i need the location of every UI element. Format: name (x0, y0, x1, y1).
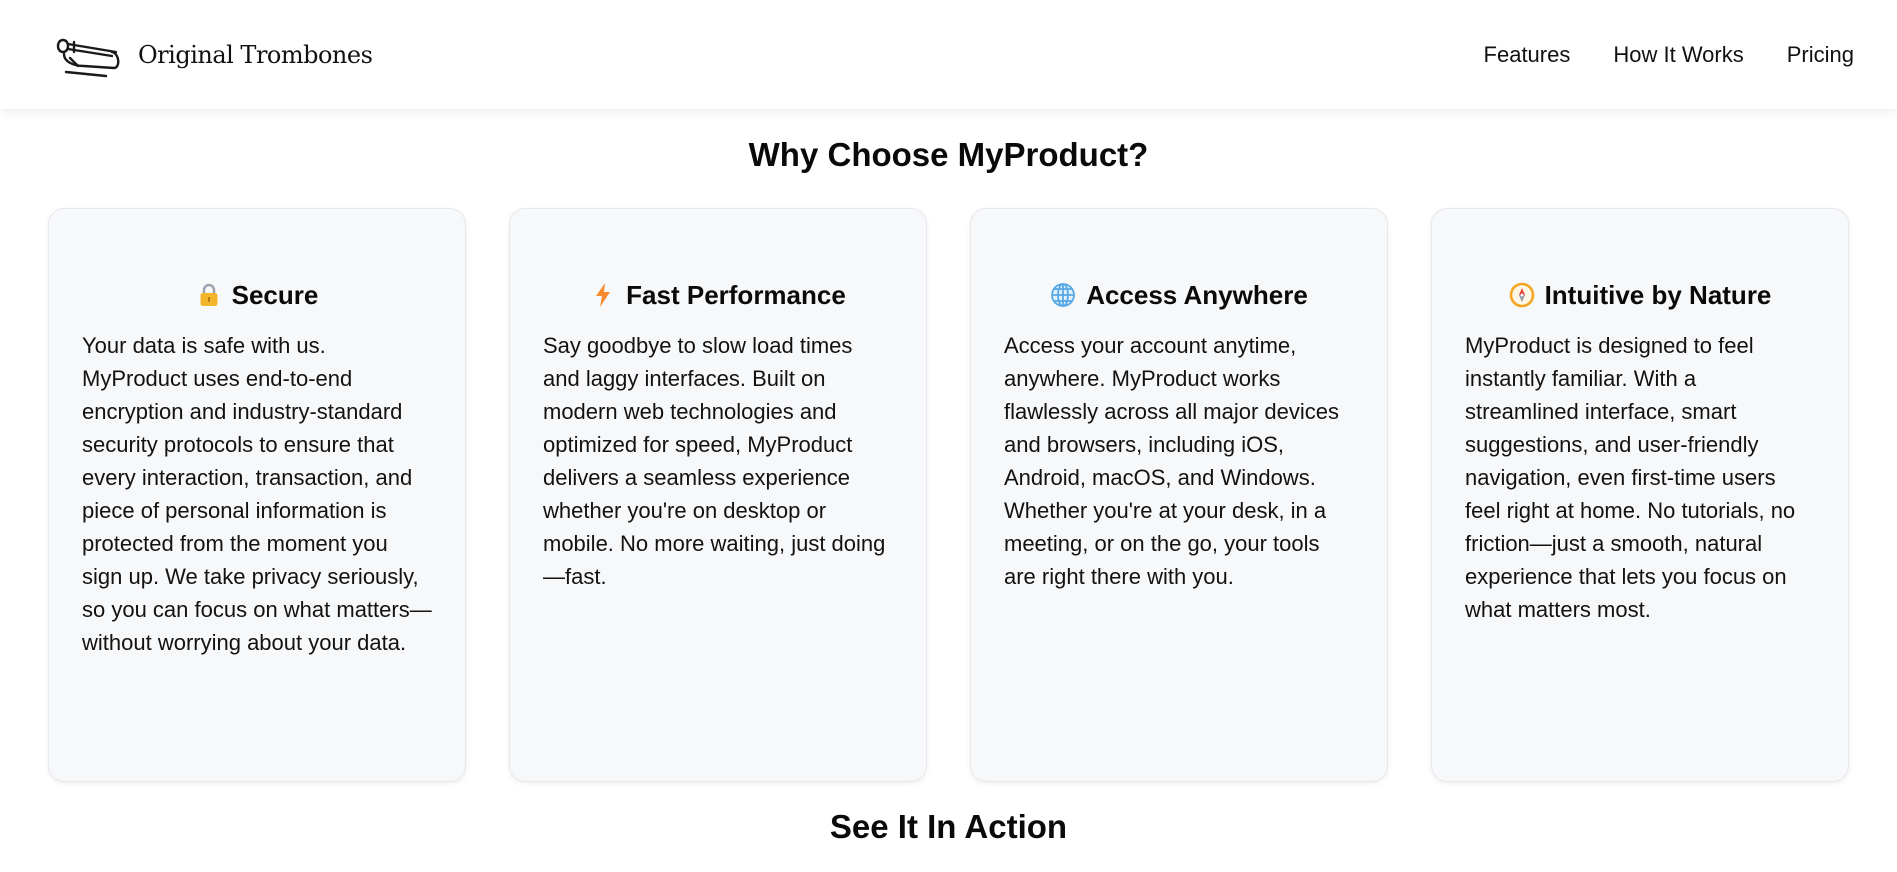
card-description: MyProduct is designed to feel instantly … (1465, 333, 1796, 622)
feature-card-fast-performance: Fast Performance Say goodbye to slow loa… (509, 208, 927, 782)
card-description: Your data is safe with us. MyProduct use… (82, 333, 432, 655)
card-header: Access Anywhere (1004, 271, 1354, 319)
compass-icon (1509, 282, 1535, 308)
card-title: Intuitive by Nature (1544, 279, 1772, 310)
card-header: Intuitive by Nature (1465, 271, 1815, 319)
trombone-icon (54, 32, 122, 78)
main-nav: Features How It Works Pricing (1484, 42, 1854, 68)
nav-link-pricing[interactable]: Pricing (1787, 42, 1854, 68)
card-header: Secure (82, 271, 432, 319)
card-header: Fast Performance (543, 271, 893, 319)
card-title: Secure (231, 279, 319, 310)
brand-name: Original Trombones (138, 40, 373, 69)
top-navbar: Original Trombones Features How It Works… (0, 0, 1897, 109)
nav-link-features[interactable]: Features (1484, 42, 1571, 68)
card-description: Say goodbye to slow load times and laggy… (543, 333, 886, 589)
globe-icon (1050, 282, 1076, 308)
feature-card-access-anywhere: Access Anywhere Access your account anyt… (970, 208, 1388, 782)
card-description: Access your account anytime, anywhere. M… (1004, 333, 1339, 589)
features-section-title: Why Choose MyProduct? (748, 136, 1149, 173)
lock-icon (196, 282, 222, 308)
lightning-icon (590, 282, 616, 308)
card-title: Fast Performance (626, 279, 846, 310)
card-title: Access Anywhere (1086, 279, 1308, 310)
action-section-title: See It In Action (829, 808, 1068, 845)
nav-link-how-it-works[interactable]: How It Works (1613, 42, 1743, 68)
feature-card-intuitive-by-nature: Intuitive by Nature MyProduct is designe… (1431, 208, 1849, 782)
feature-card-secure: Secure Your data is safe with us. MyProd… (48, 208, 466, 782)
brand-logo-link[interactable]: Original Trombones (54, 32, 373, 78)
